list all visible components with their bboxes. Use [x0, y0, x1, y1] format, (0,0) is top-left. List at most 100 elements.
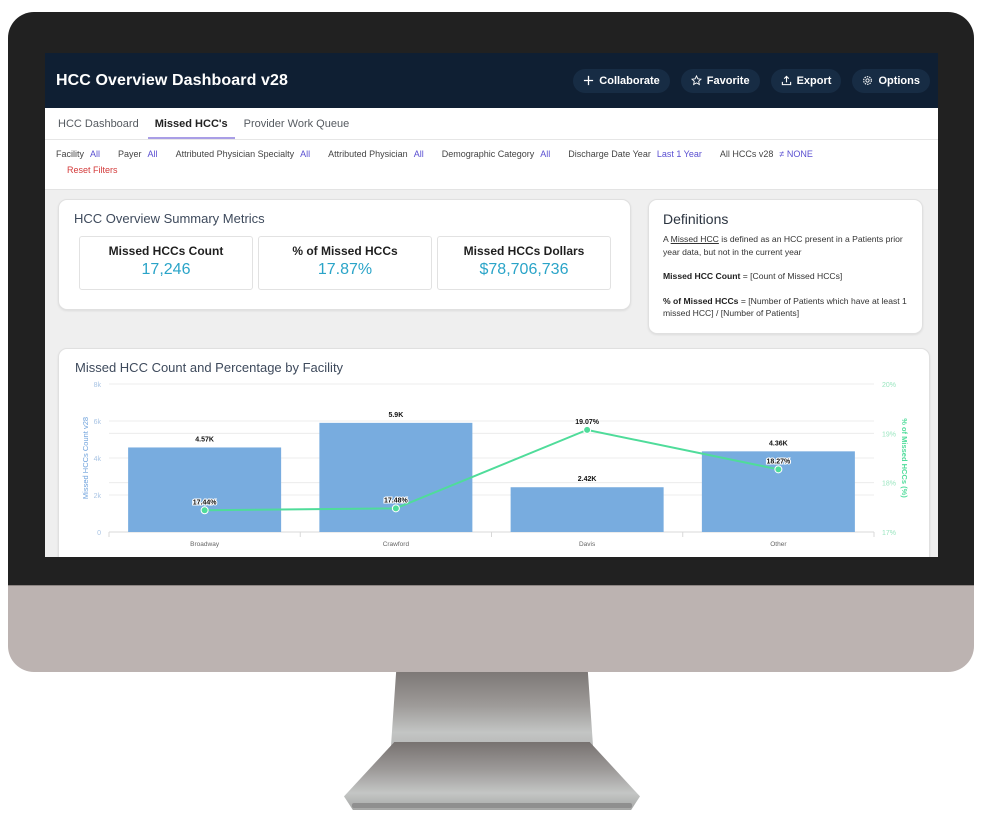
- filter-value: ≠ NONE: [779, 149, 813, 159]
- metric-value: $78,706,736: [479, 261, 569, 278]
- filter-value: All: [413, 149, 424, 159]
- tab-hcc-dashboard[interactable]: HCC Dashboard: [51, 118, 146, 139]
- filter-discharge-date-year[interactable]: Discharge Date Year Last 1 Year: [568, 149, 702, 159]
- percent-line: [204, 428, 779, 512]
- monitor-stand-foot: [352, 803, 632, 808]
- bar-data-label: 2.42K: [578, 476, 597, 483]
- definition-missed-hcc: A Missed HCC is defined as an HCC presen…: [663, 233, 910, 258]
- dashboard-screen: HCC Overview Dashboard v28 Collaborate F…: [45, 53, 938, 557]
- filter-bar: Facility All Payer All Attributed Physicia…: [45, 140, 938, 190]
- y-axis-title: Missed HCCs Count v28: [81, 417, 90, 499]
- bar: [319, 422, 473, 532]
- text: A: [663, 234, 671, 244]
- filter-value: All: [300, 149, 311, 159]
- y2-tick-label: 19%: [882, 431, 896, 438]
- facility-chart-card: Missed HCC Count and Percentage by Facil…: [58, 348, 930, 557]
- x-tick-label: Davis: [579, 541, 596, 548]
- favorite-button[interactable]: Favorite: [680, 68, 760, 93]
- filter-value: All: [147, 149, 158, 159]
- plus-icon: [584, 75, 594, 86]
- facility-chart: 0 2k 4k 6k 8k 17% 18% 19% 20% Missed HCCs Count v…: [81, 382, 909, 548]
- bar: [510, 487, 664, 532]
- y-tick-label: 4k: [94, 456, 102, 463]
- y2-tick-label: 20%: [882, 382, 896, 389]
- collaborate-label: Collaborate: [599, 74, 660, 87]
- line-data-label: 18.27%: [767, 458, 792, 465]
- export-button[interactable]: Export: [770, 68, 842, 93]
- line-point: [774, 465, 783, 474]
- collaborate-button[interactable]: Collaborate: [573, 68, 670, 93]
- metric-missed-count: Missed HCCs Count 17,246: [79, 236, 253, 290]
- definitions-body: A Missed HCC is defined as an HCC presen…: [663, 233, 910, 332]
- star-icon: [690, 75, 702, 86]
- options-button[interactable]: Options: [852, 68, 930, 93]
- options-label: Options: [878, 74, 920, 87]
- filter-physician-specialty[interactable]: Attributed Physician Specialty All: [176, 149, 311, 159]
- definitions-card: Definitions A Missed HCC is defined as a…: [648, 199, 923, 334]
- metric-value: 17,246: [141, 261, 191, 278]
- summary-title: HCC Overview Summary Metrics: [74, 211, 265, 226]
- filter-all-hccs[interactable]: All HCCs v28 ≠ NONE: [720, 149, 813, 159]
- filter-value: All: [90, 149, 101, 159]
- filter-label: Facility: [56, 149, 85, 159]
- metric-missed-percent: % of Missed HCCs 17.87%: [258, 236, 432, 290]
- gear-icon: [863, 76, 873, 85]
- filter-attributed-physician[interactable]: Attributed Physician All: [328, 149, 424, 159]
- filter-label: Discharge Date Year: [568, 149, 651, 159]
- y2-tick-label: 18%: [882, 481, 896, 488]
- filter-value: All: [540, 149, 551, 159]
- definition-term: % of Missed HCCs: [663, 295, 739, 306]
- y-tick-label: 8k: [94, 382, 102, 389]
- favorite-label: Favorite: [706, 74, 750, 87]
- monitor-stand-base: [344, 742, 640, 810]
- filter-payer[interactable]: Payer All: [118, 149, 158, 159]
- x-tick-label: Broadway: [190, 541, 220, 548]
- line-data-label: 17.44%: [193, 499, 218, 506]
- export-label: Export: [796, 74, 832, 87]
- metric-label: % of Missed HCCs: [292, 244, 398, 258]
- definition-term: Missed HCC: [670, 234, 719, 244]
- bar-data-label: 4.36K: [769, 440, 788, 447]
- filter-label: Attributed Physician Specialty: [175, 149, 295, 159]
- filter-label: Demographic Category: [441, 149, 535, 159]
- filter-label: Attributed Physician: [328, 149, 408, 159]
- line-data-label: 19.07%: [575, 419, 600, 426]
- page-title: HCC Overview Dashboard v28: [56, 71, 289, 89]
- filter-value: Last 1 Year: [656, 149, 702, 159]
- y-tick-label: 0: [97, 530, 101, 537]
- bar-data-label: 5.9K: [388, 412, 403, 419]
- upload-icon: [781, 75, 791, 86]
- line-point: [200, 506, 209, 515]
- bar: [128, 447, 282, 532]
- tab-missed-hccs[interactable]: Missed HCC's: [147, 118, 235, 139]
- filter-label: All HCCs v28: [719, 149, 774, 159]
- app-header: HCC Overview Dashboard v28 Collaborate F…: [45, 53, 938, 108]
- y2-tick-label: 17%: [882, 530, 896, 537]
- x-tick-label: Crawford: [383, 541, 410, 548]
- definitions-title: Definitions: [663, 211, 729, 227]
- definition-term: Missed HCC Count: [663, 271, 741, 281]
- text: = [Count of Missed HCCs]: [740, 271, 843, 281]
- metric-value: 17.87%: [317, 261, 373, 278]
- line-point: [391, 504, 400, 513]
- definition-missed-percent: % of Missed HCCs = [Number of Patients w…: [663, 295, 910, 320]
- header-actions: Collaborate Favorite Export Options: [573, 68, 930, 93]
- x-tick-label: Other: [770, 541, 787, 548]
- filter-demographic-category[interactable]: Demographic Category All: [442, 149, 551, 159]
- metric-label: Missed HCCs Count: [108, 244, 224, 258]
- bar-data-label: 4.57K: [195, 436, 214, 443]
- y-tick-label: 6k: [94, 419, 102, 426]
- definition-missed-count: Missed HCC Count = [Count of Missed HCCs…: [663, 270, 910, 283]
- tab-provider-work-queue[interactable]: Provider Work Queue: [237, 118, 357, 139]
- metric-missed-dollars: Missed HCCs Dollars $78,706,736: [437, 236, 611, 290]
- tab-bar: HCC Dashboard Missed HCC's Provider Work…: [45, 108, 938, 140]
- metric-label: Missed HCCs Dollars: [463, 244, 585, 258]
- filter-facility[interactable]: Facility All: [56, 149, 100, 159]
- monitor-chin: [8, 585, 974, 672]
- filter-label: Payer: [118, 149, 142, 159]
- y2-axis-title: % of Missed HCCs (%): [900, 418, 909, 498]
- summary-metrics-card: HCC Overview Summary Metrics Missed HCCs…: [58, 199, 631, 310]
- line-point: [583, 425, 592, 434]
- reset-filters-link[interactable]: Reset Filters: [67, 165, 118, 175]
- line-data-label: 17.48%: [384, 497, 409, 504]
